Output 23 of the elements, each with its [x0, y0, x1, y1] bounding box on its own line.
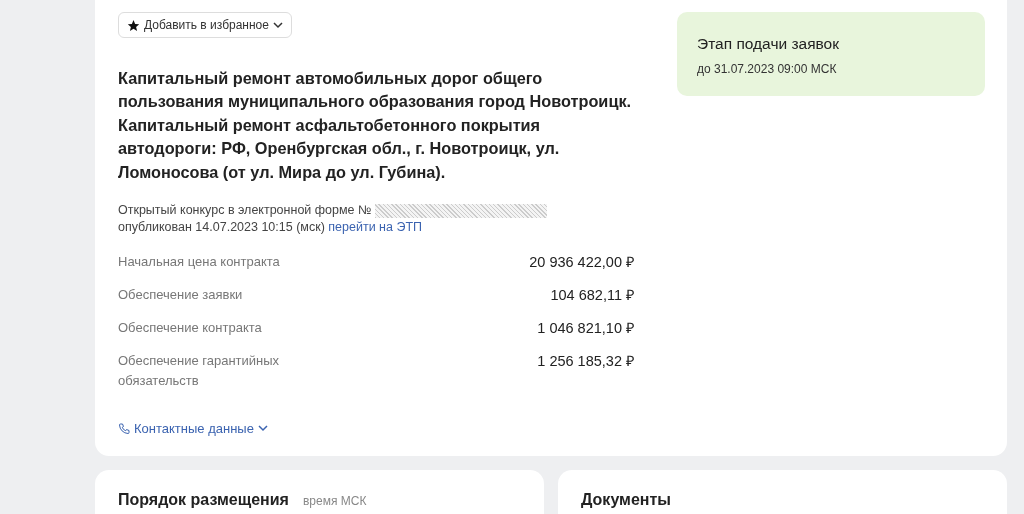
add-to-favorites-button[interactable]: Добавить в избранное [118, 12, 292, 38]
procedure-type: Открытый конкурс в электронной форме № [118, 203, 372, 217]
price-value: 20 936 422,00 ₽ [529, 253, 634, 272]
price-label: Обеспечение гарантийных обязательств [118, 352, 281, 390]
price-value: 1 046 821,10 ₽ [537, 319, 634, 338]
section-title: Порядок размещения [118, 490, 289, 510]
price-label: Начальная цена контракта [118, 253, 281, 271]
stage-deadline: до 31.07.2023 09:00 МСК [697, 61, 838, 79]
tender-title: Капитальный ремонт автомобильных дорог общего пользования муниципального образования город Новотроицк. Капитальный ремонт асфальтобетонного покрытия автодороги: РФ, Оренбургская обл., г. Новотроицк, ул. Ломоносова (от ул. Мира до ул. Губина). [118, 67, 633, 183]
price-value: 104 682,11 ₽ [550, 286, 634, 305]
star-icon [127, 18, 140, 32]
price-label: Обеспечение заявки [118, 286, 244, 304]
contacts-toggle[interactable]: Контактные данные [118, 419, 268, 439]
chevron-down-icon [272, 21, 283, 29]
price-label: Обеспечение контракта [118, 319, 263, 337]
stage-title: Этап подачи заявок [697, 34, 840, 54]
price-value: 1 256 185,32 ₽ [537, 352, 634, 371]
phone-icon [118, 422, 130, 435]
section-note: время МСК [302, 493, 367, 510]
section-title: Документы [581, 490, 671, 510]
chevron-down-icon [257, 425, 268, 433]
published-date: опубликован 14.07.2023 10:15 (мск) [118, 220, 325, 234]
etp-link[interactable]: перейти на ЭТП [328, 220, 423, 234]
